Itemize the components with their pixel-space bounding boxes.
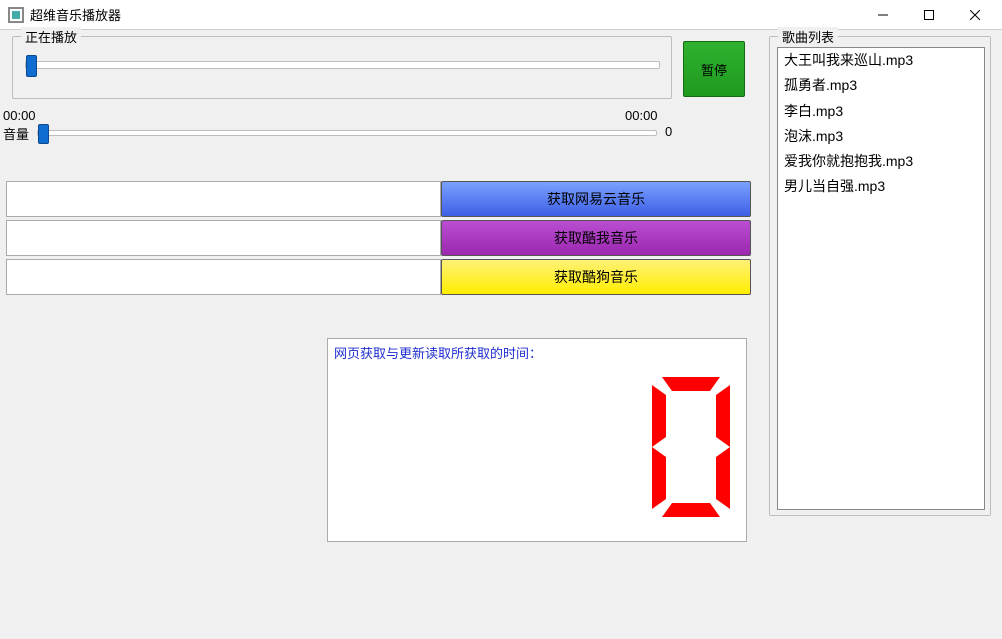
window-title: 超维音乐播放器 (30, 5, 860, 24)
list-item[interactable]: 男儿当自强.mp3 (778, 174, 984, 199)
minimize-button[interactable] (860, 1, 906, 29)
lcd-digit-display (648, 375, 734, 519)
now-playing-legend: 正在播放 (21, 27, 81, 46)
list-item[interactable]: 爱我你就抱抱我.mp3 (778, 149, 984, 174)
list-item[interactable]: 李白.mp3 (778, 99, 984, 124)
window-controls (860, 1, 998, 29)
fetch-kuwo-button[interactable]: 获取酷我音乐 (441, 220, 751, 256)
app-icon (8, 7, 24, 23)
source-input-kuwo[interactable] (6, 220, 441, 256)
playlist-legend: 歌曲列表 (778, 27, 838, 46)
fetch-netease-label: 获取网易云音乐 (547, 189, 645, 209)
time-elapsed: 00:00 (3, 108, 36, 123)
timer-caption: 网页获取与更新读取所获取的时间： (334, 343, 542, 362)
timer-panel: 网页获取与更新读取所获取的时间： (327, 338, 747, 542)
now-playing-group: 正在播放 (12, 36, 672, 99)
volume-slider[interactable] (37, 130, 657, 136)
client-area: 正在播放 暂停 00:00 00:00 音量 0 获取网易云音乐 获取酷我音乐 … (0, 30, 1002, 639)
volume-slider-handle[interactable] (38, 124, 49, 144)
time-total: 00:00 (625, 108, 658, 123)
fetch-kugou-label: 获取酷狗音乐 (554, 267, 638, 287)
pause-button[interactable]: 暂停 (683, 41, 745, 97)
volume-label: 音量 (3, 124, 29, 143)
fetch-kugou-button[interactable]: 获取酷狗音乐 (441, 259, 751, 295)
list-item[interactable]: 孤勇者.mp3 (778, 73, 984, 98)
fetch-netease-button[interactable]: 获取网易云音乐 (441, 181, 751, 217)
source-input-netease[interactable] (6, 181, 441, 217)
source-input-kugou[interactable] (6, 259, 441, 295)
close-button[interactable] (952, 1, 998, 29)
list-item[interactable]: 大王叫我来巡山.mp3 (778, 48, 984, 73)
fetch-kuwo-label: 获取酷我音乐 (554, 228, 638, 248)
playlist-listbox[interactable]: 大王叫我来巡山.mp3 孤勇者.mp3 李白.mp3 泡沫.mp3 爱我你就抱抱… (777, 47, 985, 510)
volume-value: 0 (665, 124, 672, 139)
playback-progress-handle[interactable] (26, 55, 37, 77)
titlebar: 超维音乐播放器 (0, 0, 1002, 30)
maximize-button[interactable] (906, 1, 952, 29)
pause-button-label: 暂停 (701, 60, 727, 79)
playlist-group: 歌曲列表 大王叫我来巡山.mp3 孤勇者.mp3 李白.mp3 泡沫.mp3 爱… (769, 36, 991, 516)
playback-progress-slider[interactable] (25, 61, 660, 69)
list-item[interactable]: 泡沫.mp3 (778, 124, 984, 149)
